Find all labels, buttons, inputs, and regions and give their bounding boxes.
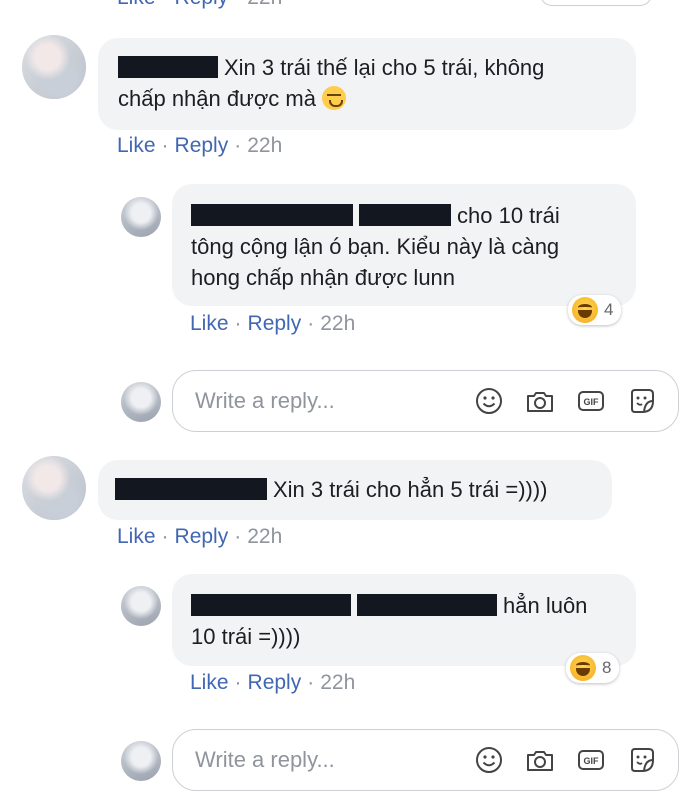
emoji-icon[interactable] <box>474 745 504 775</box>
like-link[interactable]: Like <box>190 312 229 335</box>
comment-bubble: Xin 3 trái cho hẳn 5 trái =)))) <box>98 460 612 520</box>
sticker-icon[interactable] <box>627 386 657 416</box>
comment-actions: Like · Reply · 22h <box>117 134 283 157</box>
timestamp: 22h <box>247 134 283 157</box>
redacted-author-name[interactable] <box>191 594 351 616</box>
timestamp: 22h <box>247 525 283 548</box>
camera-icon[interactable] <box>525 386 555 416</box>
emoji-icon[interactable] <box>474 386 504 416</box>
avatar[interactable] <box>121 197 161 237</box>
svg-text:GIF: GIF <box>584 397 600 407</box>
svg-text:GIF: GIF <box>584 756 600 766</box>
redacted-author-name[interactable] <box>115 478 267 500</box>
redacted-author-name[interactable] <box>191 204 353 226</box>
redacted-mention[interactable] <box>359 204 451 226</box>
comment-text-line: chấp nhận được mà <box>118 86 316 111</box>
avatar[interactable] <box>121 586 161 626</box>
reply-placeholder: Write a reply... <box>195 747 335 772</box>
reply-input[interactable]: Write a reply... GIF <box>172 370 679 432</box>
avatar[interactable] <box>22 456 86 520</box>
redacted-mention[interactable] <box>357 594 497 616</box>
reply-input[interactable]: Write a reply... GIF <box>172 729 679 791</box>
top-comment-actions: Like·Reply·22h <box>117 0 282 10</box>
reply-text-line: 10 trái =)))) <box>191 624 301 649</box>
reply-actions: Like · Reply · 22h <box>190 312 356 335</box>
reply-bubble: hẳn luôn 10 trái =)))) <box>172 574 636 666</box>
comment-actions: Like · Reply · 22h <box>117 525 283 548</box>
reply-placeholder: Write a reply... <box>195 388 335 413</box>
reply-link[interactable]: Reply <box>175 525 229 548</box>
comment-text-line: Xin 3 trái cho hẳn 5 trái =)))) <box>273 477 548 502</box>
timestamp: 22h <box>320 671 356 694</box>
redacted-author-name[interactable] <box>118 56 218 78</box>
reaction-count[interactable]: 8 <box>566 653 620 683</box>
reply-text-line: tông cộng lận ó bạn. Kiểu này là càng <box>191 234 560 259</box>
reply-text-line: cho 10 trái <box>457 203 560 228</box>
like-link[interactable]: Like <box>117 134 156 157</box>
emoji-icon <box>322 86 347 110</box>
timestamp: 22h <box>320 312 356 335</box>
gif-icon[interactable]: GIF <box>576 745 606 775</box>
reply-actions: Like · Reply · 22h <box>190 671 356 694</box>
reply-link[interactable]: Reply <box>175 134 229 157</box>
current-user-avatar <box>121 382 161 422</box>
avatar[interactable] <box>22 35 86 99</box>
reply-bubble: cho 10 trái tông cộng lận ó bạn. Kiểu nà… <box>172 184 636 306</box>
sticker-icon[interactable] <box>627 745 657 775</box>
partial-box-edge <box>540 0 652 6</box>
current-user-avatar <box>121 741 161 781</box>
reply-link[interactable]: Reply <box>175 0 229 9</box>
like-link[interactable]: Like <box>117 525 156 548</box>
haha-icon <box>570 655 596 681</box>
like-link[interactable]: Like <box>117 0 156 9</box>
gif-icon[interactable]: GIF <box>576 386 606 416</box>
reaction-count[interactable]: 4 <box>568 295 622 325</box>
camera-icon[interactable] <box>525 745 555 775</box>
reply-link[interactable]: Reply <box>248 312 302 335</box>
reply-link[interactable]: Reply <box>248 671 302 694</box>
reply-text-line: hong chấp nhận được lunn <box>191 265 456 290</box>
comment-bubble: Xin 3 trái thế lại cho 5 trái, không chấ… <box>98 38 636 130</box>
reply-text-line: hẳn luôn <box>503 593 588 618</box>
comment-text-line: Xin 3 trái thế lại cho 5 trái, không <box>224 55 545 80</box>
like-link[interactable]: Like <box>190 671 229 694</box>
timestamp: 22h <box>247 0 282 9</box>
haha-icon <box>572 297 598 323</box>
